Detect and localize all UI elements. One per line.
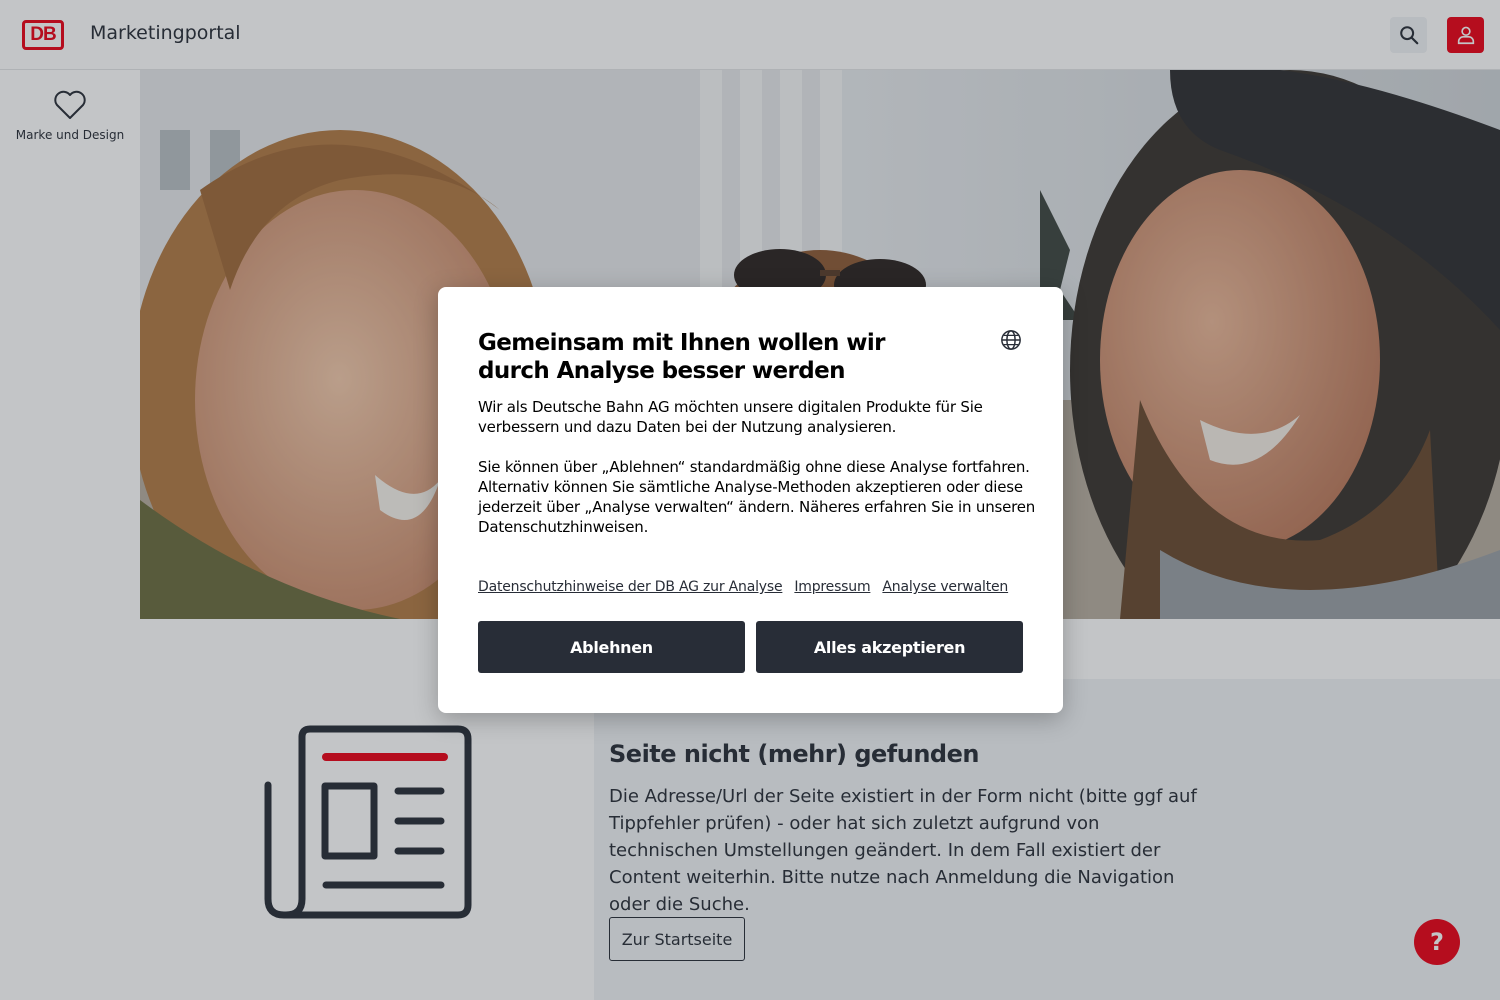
consent-paragraph: Alternativ können Sie sämtliche Analyse-… bbox=[478, 478, 1036, 536]
privacy-link[interactable]: Datenschutzhinweise der DB AG zur Analys… bbox=[478, 579, 783, 595]
globe-icon[interactable] bbox=[1000, 329, 1022, 351]
decline-button[interactable]: Ablehnen bbox=[478, 621, 745, 673]
manage-analysis-link[interactable]: Analyse verwalten bbox=[882, 579, 1008, 595]
consent-links: Datenschutzhinweise der DB AG zur Analys… bbox=[478, 579, 1008, 595]
consent-dialog: Gemeinsam mit Ihnen wollen wir durch Ana… bbox=[438, 287, 1063, 713]
consent-paragraph: Sie können über „Ablehnen“ standardmäßig… bbox=[478, 458, 1030, 476]
consent-body: Wir als Deutsche Bahn AG möchten unsere … bbox=[478, 397, 1038, 537]
consent-title: Gemeinsam mit Ihnen wollen wir durch Ana… bbox=[478, 330, 886, 384]
accept-all-button[interactable]: Alles akzeptieren bbox=[756, 621, 1023, 673]
consent-paragraph: Wir als Deutsche Bahn AG möchten unsere … bbox=[478, 398, 983, 436]
imprint-link[interactable]: Impressum bbox=[794, 579, 870, 595]
